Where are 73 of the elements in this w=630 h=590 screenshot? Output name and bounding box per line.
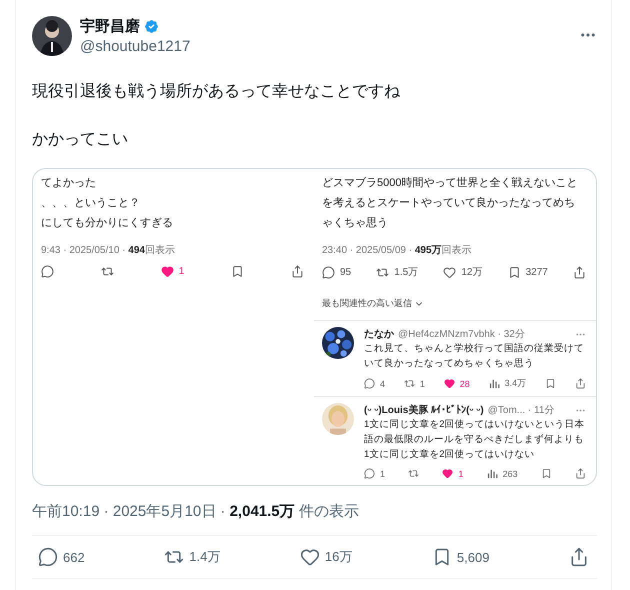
reply-author: たなか xyxy=(364,328,394,341)
repost-button[interactable]: 1.5万 xyxy=(376,265,418,279)
reply-button[interactable]: 4 xyxy=(364,378,386,389)
reply-handle: @Hef4czMNzm7vbhk · 32分 xyxy=(398,328,525,341)
share-button[interactable] xyxy=(291,265,304,278)
views-button[interactable]: 3.4万 xyxy=(488,377,526,390)
heart-icon xyxy=(442,468,454,479)
share-button[interactable] xyxy=(574,378,586,389)
post-text: かかってこい xyxy=(32,130,129,150)
repost-button[interactable]: 1.4万 xyxy=(164,547,220,567)
repost-button[interactable] xyxy=(100,265,114,278)
bookmark-button[interactable] xyxy=(231,265,244,278)
share-icon xyxy=(572,266,586,278)
avatar xyxy=(32,16,72,56)
bookmark-icon xyxy=(231,265,244,278)
reply-button[interactable]: 95 xyxy=(322,266,352,278)
repost-icon xyxy=(100,265,114,278)
reply-text: 1文に同じ文章を2回使ってはいけないという日本語の最低限のルールを守るべきだしまず何よりも1文に同じ文章を2回使ってはいけない xyxy=(364,418,586,462)
reply-text: これ見て、ちゃんと学校行って国語の従業受けていて良かったなってめちゃくちゃ思う xyxy=(364,342,585,371)
repost-icon xyxy=(408,468,420,479)
reply-icon xyxy=(322,266,335,278)
author-name: 宇野昌磨 xyxy=(80,17,140,36)
share-button[interactable] xyxy=(568,547,589,567)
share-button[interactable] xyxy=(575,468,586,479)
post-meta: 23:40 · 2025/05/09 · 495万回表示 xyxy=(322,244,473,257)
post-meta: 午前10:19 · 2025年5月10日 · 2,041.5万 件の表示 xyxy=(32,503,359,520)
share-button[interactable] xyxy=(572,266,586,278)
post-text: 現役引退後も戦う場所があるって幸せなことですね xyxy=(32,82,401,102)
bookmark-button[interactable]: 3277 xyxy=(508,266,548,278)
views-button[interactable]: 263 xyxy=(486,468,518,479)
like-button[interactable]: 1 xyxy=(442,468,464,479)
like-button[interactable]: 12万 xyxy=(443,265,482,279)
repost-button[interactable] xyxy=(408,468,420,479)
like-button[interactable]: 16万 xyxy=(300,547,352,567)
reply-handle: @Tom... · 11分 xyxy=(488,404,554,417)
bookmark-icon xyxy=(540,468,552,479)
repost-icon xyxy=(376,266,390,278)
reply-icon xyxy=(38,547,58,567)
post-meta: 9:43 · 2025/05/10 · 494回表示 xyxy=(41,244,176,257)
share-icon xyxy=(568,547,589,567)
post-text: てよかった xyxy=(41,176,97,191)
post-text: どスマブラ5000時間やって世界と全く戦えないこと xyxy=(322,176,578,191)
bookmark-button[interactable]: 5,609 xyxy=(432,547,490,567)
post-text: 、、、ということ？ xyxy=(41,196,141,211)
repost-button[interactable]: 1 xyxy=(404,378,425,389)
reply-button[interactable] xyxy=(41,265,54,278)
author-handle: @shoutube1217 xyxy=(80,38,190,55)
heart-icon xyxy=(160,265,174,278)
reply-author: (ᵕ ᵕ)Louis美豚 ﾙｲ･ﾋﾞﾄﾝ(ᵕ ᵕ) xyxy=(364,403,484,417)
bookmark-button[interactable] xyxy=(545,378,556,389)
like-button[interactable]: 1 xyxy=(160,265,184,278)
bar-chart-icon xyxy=(488,378,500,389)
like-button[interactable]: 28 xyxy=(444,378,470,389)
bookmark-icon xyxy=(508,266,521,278)
bookmark-button[interactable] xyxy=(540,468,552,479)
reply-icon xyxy=(41,265,54,278)
reply-icon xyxy=(364,468,375,479)
reply-icon xyxy=(364,378,375,389)
share-icon xyxy=(575,468,586,479)
post-text: にしても分かりにくすぎる xyxy=(41,216,174,231)
heart-icon xyxy=(300,547,320,567)
bar-chart-icon xyxy=(486,468,498,479)
heart-icon xyxy=(443,266,456,278)
sort-dropdown[interactable]: 最も関連性の高い返信 xyxy=(322,297,412,310)
reply-button[interactable]: 1 xyxy=(364,468,386,479)
reply-button[interactable]: 662 xyxy=(38,547,85,567)
heart-icon xyxy=(444,378,455,389)
share-icon xyxy=(291,265,304,278)
share-icon xyxy=(574,378,586,389)
bookmark-icon xyxy=(545,378,556,389)
post-text: を考えるとスケートやっていて良かったなってめち xyxy=(322,196,576,211)
repost-icon xyxy=(404,378,415,389)
post-text: ゃくちゃ思う xyxy=(322,216,389,231)
